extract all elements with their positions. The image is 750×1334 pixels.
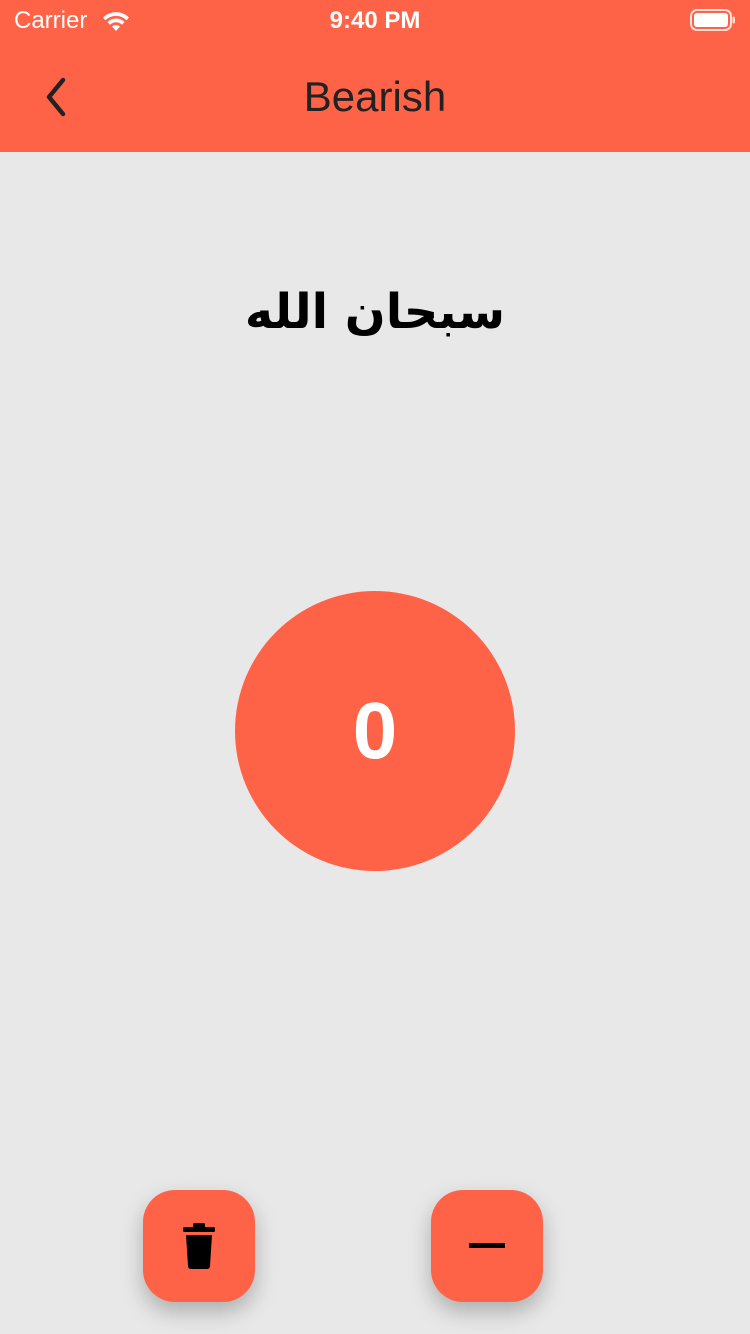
page-title: Bearish xyxy=(303,73,447,120)
top-bar: Carrier 9:40 PM Bearish xyxy=(0,0,750,152)
trash-icon xyxy=(183,1223,215,1269)
reset-button[interactable] xyxy=(143,1190,255,1302)
battery-icon xyxy=(690,9,735,31)
status-time: 9:40 PM xyxy=(329,7,421,34)
navigation-bar: Bearish xyxy=(0,40,750,152)
counter-button[interactable]: 0 xyxy=(235,591,515,871)
minus-icon xyxy=(469,1243,505,1248)
status-bar: Carrier 9:40 PM xyxy=(0,0,750,40)
dhikr-text: سبحان الله xyxy=(244,284,506,340)
decrement-button[interactable] xyxy=(431,1190,543,1302)
counter-value: 0 xyxy=(352,686,398,775)
